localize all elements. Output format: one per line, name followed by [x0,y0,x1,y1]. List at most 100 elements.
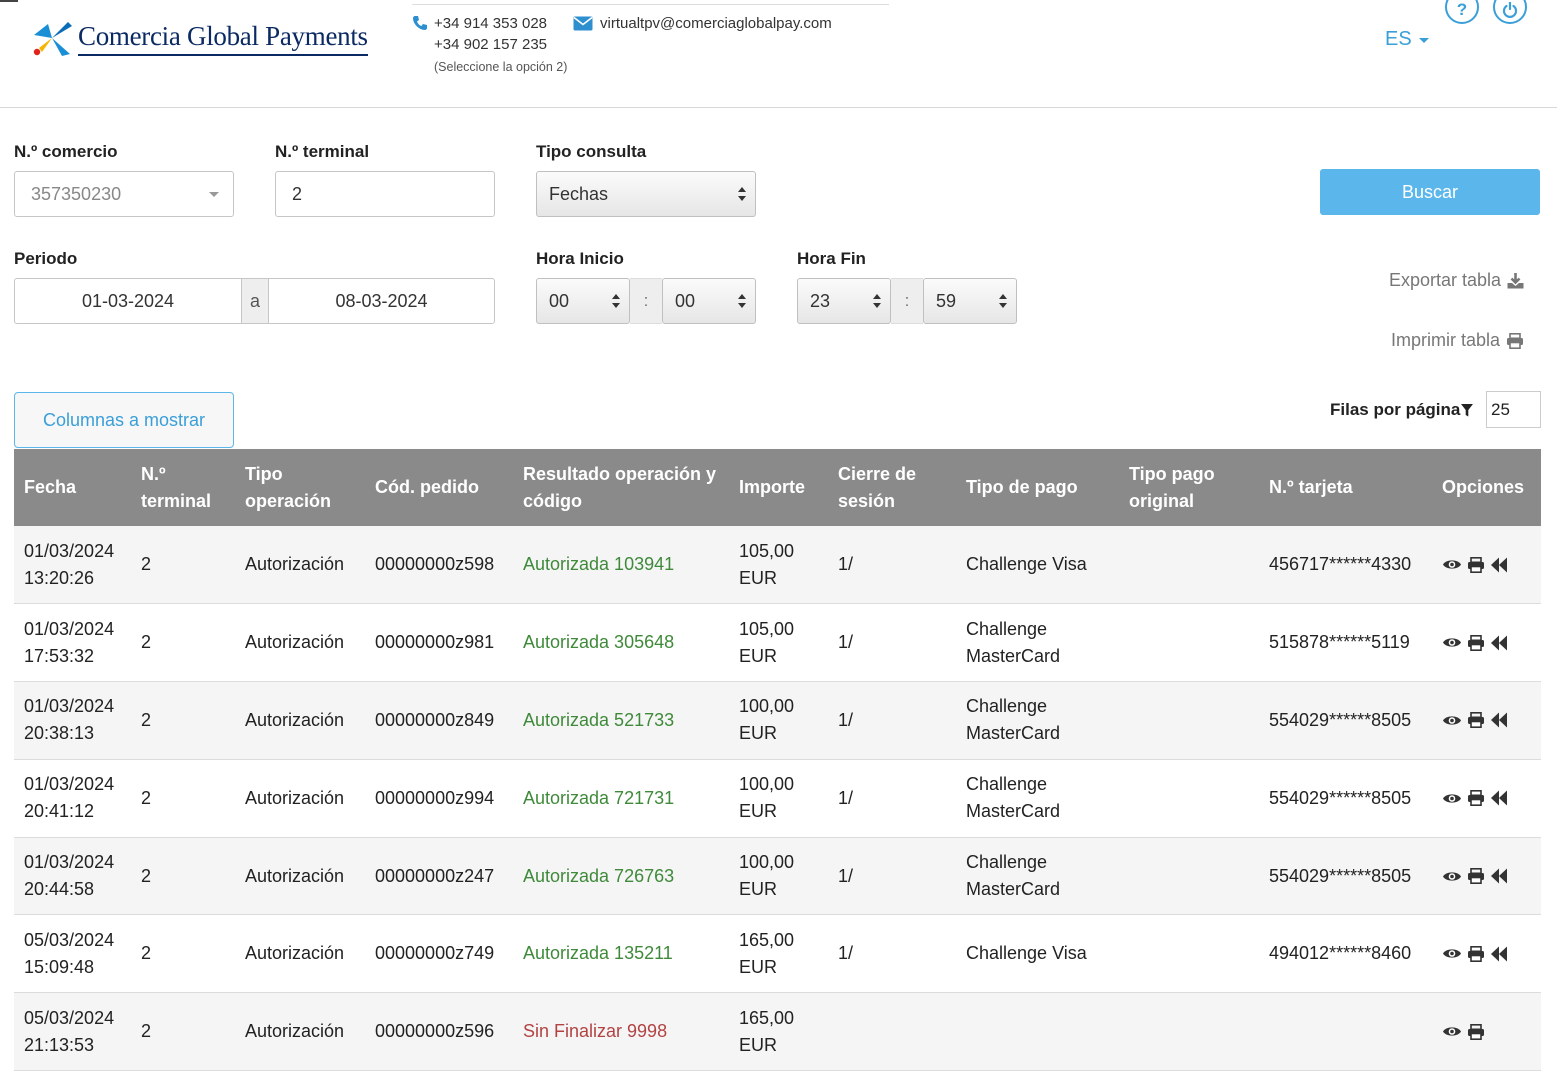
cell-tarjeta [1259,993,1432,1071]
table-row[interactable]: 01/03/2024 20:41:12 2 Autorización 00000000z… [14,759,1541,838]
table-header-row: Fecha N.º terminal Tipo operación Cód. p… [14,449,1541,526]
col-header-importe[interactable]: Importe [729,449,828,526]
rows-per-page-input[interactable]: 25 [1486,391,1541,428]
table-row[interactable]: 01/03/2024 13:20:26 2 Autorización 00000000z… [14,526,1541,604]
cell-terminal: 2 [141,632,152,653]
eye-icon[interactable] [1442,636,1462,649]
hora-fin-hour-select[interactable]: 23 [797,278,891,324]
cell-importe: 105,00 EUR [739,618,795,666]
cell-fecha: 01/03/2024 20:44:58 [24,852,115,900]
cell-cierre: 1/ [838,709,854,730]
col-header-resultado[interactable]: Resultado operación y código [513,449,729,526]
eye-icon[interactable] [1442,1025,1462,1038]
cell-tipo-pago: Challenge MasterCard [966,696,1061,744]
tipo-consulta-value: Fechas [549,183,609,204]
cell-tipo-pago: Challenge MasterCard [966,852,1061,900]
comercio-value: 357350230 [31,183,122,204]
print-icon[interactable] [1467,634,1485,651]
hora-inicio-minute-select[interactable]: 00 [662,278,756,324]
eye-icon[interactable] [1442,792,1462,805]
date-from-input[interactable]: 01-03-2024 [14,278,242,324]
cell-tipo-pago: Challenge MasterCard [966,774,1061,822]
refund-icon[interactable] [1490,635,1508,651]
email-link[interactable]: virtualtpv@comerciaglobalpay.com [600,15,832,32]
table-row[interactable]: 01/03/2024 17:53:32 2 Autorización 00000000z… [14,603,1541,682]
print-icon[interactable] [1467,868,1485,885]
cell-tipo-operacion: Autorización [245,554,345,575]
cell-tipo-operacion: Autorización [245,632,345,653]
refund-icon[interactable] [1490,946,1508,962]
eye-icon[interactable] [1442,947,1462,960]
hora-fin-minute-select[interactable]: 59 [923,278,1017,324]
refund-icon[interactable] [1490,790,1508,806]
cell-opciones [1432,759,1541,837]
print-icon[interactable] [1467,790,1485,807]
refund-icon[interactable] [1490,868,1508,884]
help-button[interactable]: ? [1445,0,1479,24]
tipo-consulta-label: Tipo consulta [536,142,647,161]
table-row[interactable]: 05/03/2024 21:13:53 2 Autorización 00000000z… [14,992,1541,1071]
cell-tipo-operacion: Autorización [245,709,345,730]
power-icon [1502,2,1518,18]
eye-icon[interactable] [1442,870,1462,883]
hora-inicio-hour-select[interactable]: 00 [536,278,630,324]
search-button[interactable]: Buscar [1320,169,1540,215]
print-icon [1507,332,1523,349]
cell-resultado: Sin Finalizar 9998 [523,1021,668,1042]
logout-button[interactable] [1493,0,1527,24]
cell-tarjeta: 515878******5119 [1269,632,1410,653]
phone-primary[interactable]: +34 914 353 028 [434,15,547,32]
col-header-cierre[interactable]: Cierre de sesión [828,449,956,526]
comercio-select[interactable]: 357350230 [14,171,234,217]
table-row[interactable]: 01/03/2024 20:44:58 2 Autorización 00000000z… [14,837,1541,915]
col-header-tipo-pago-original[interactable]: Tipo pago original [1119,449,1259,526]
logo-text: Comercia Global Payments [78,21,368,56]
cell-tarjeta: 554029******8505 [1269,787,1412,808]
cell-fecha: 01/03/2024 17:53:32 [24,618,115,666]
export-table-link[interactable]: Exportar tabla [1389,270,1524,291]
refund-icon[interactable] [1490,712,1508,728]
cell-cod-pedido: 00000000z596 [375,1021,495,1042]
cell-terminal: 2 [141,787,152,808]
logo[interactable]: Comercia Global Payments [28,18,368,58]
language-selector[interactable]: ES [1385,28,1429,51]
rows-per-page-label: Filas por página [1330,400,1474,420]
hora-inicio-hour-value: 00 [549,290,570,311]
cell-fecha: 01/03/2024 20:41:12 [24,774,115,822]
cell-tarjeta: 554029******8505 [1269,709,1412,730]
eye-icon[interactable] [1442,558,1462,571]
cell-importe: 165,00 EUR [739,929,795,977]
terminal-input[interactable]: 2 [275,171,495,217]
columns-toggle-button[interactable]: Columnas a mostrar [14,392,234,448]
table-row[interactable]: 05/03/2024 15:09:48 2 Autorización 00000000z… [14,914,1541,993]
col-header-tarjeta[interactable]: N.º tarjeta [1259,449,1432,526]
language-label: ES [1385,28,1412,50]
time-separator: : [891,278,923,324]
table-row[interactable]: 01/03/2024 20:38:13 2 Autorización 00000000z… [14,681,1541,760]
cell-tipo-operacion: Autorización [245,1021,345,1042]
col-header-terminal[interactable]: N.º terminal [131,449,235,526]
date-to-input[interactable]: 08-03-2024 [268,278,495,324]
cell-tipo-pago-original [1119,993,1259,1071]
contact-info: +34 914 353 028 virtualtpv@comerciagloba… [412,4,889,74]
print-icon[interactable] [1467,712,1485,729]
eye-icon[interactable] [1442,714,1462,727]
print-table-link[interactable]: Imprimir tabla [1391,330,1524,351]
cell-opciones [1432,682,1541,760]
phone-secondary[interactable]: +34 902 157 235 [412,36,889,56]
filter-icon [1461,403,1474,416]
tipo-consulta-select[interactable]: Fechas [536,171,756,217]
print-icon[interactable] [1467,945,1485,962]
cell-tipo-pago: Challenge Visa [966,943,1087,964]
col-header-opciones: Opciones [1442,477,1525,497]
updown-arrows-icon [612,294,620,308]
print-icon[interactable] [1467,1023,1485,1040]
col-header-cod-pedido[interactable]: Cód. pedido [365,449,513,526]
col-header-fecha[interactable]: Fecha [14,449,131,526]
print-icon[interactable] [1467,556,1485,573]
col-header-tipo-pago[interactable]: Tipo de pago [956,449,1119,526]
cell-cod-pedido: 00000000z598 [375,554,495,575]
col-header-tipo-operacion[interactable]: Tipo operación [235,449,365,526]
cell-tipo-pago-original [1119,604,1259,682]
refund-icon[interactable] [1490,557,1508,573]
